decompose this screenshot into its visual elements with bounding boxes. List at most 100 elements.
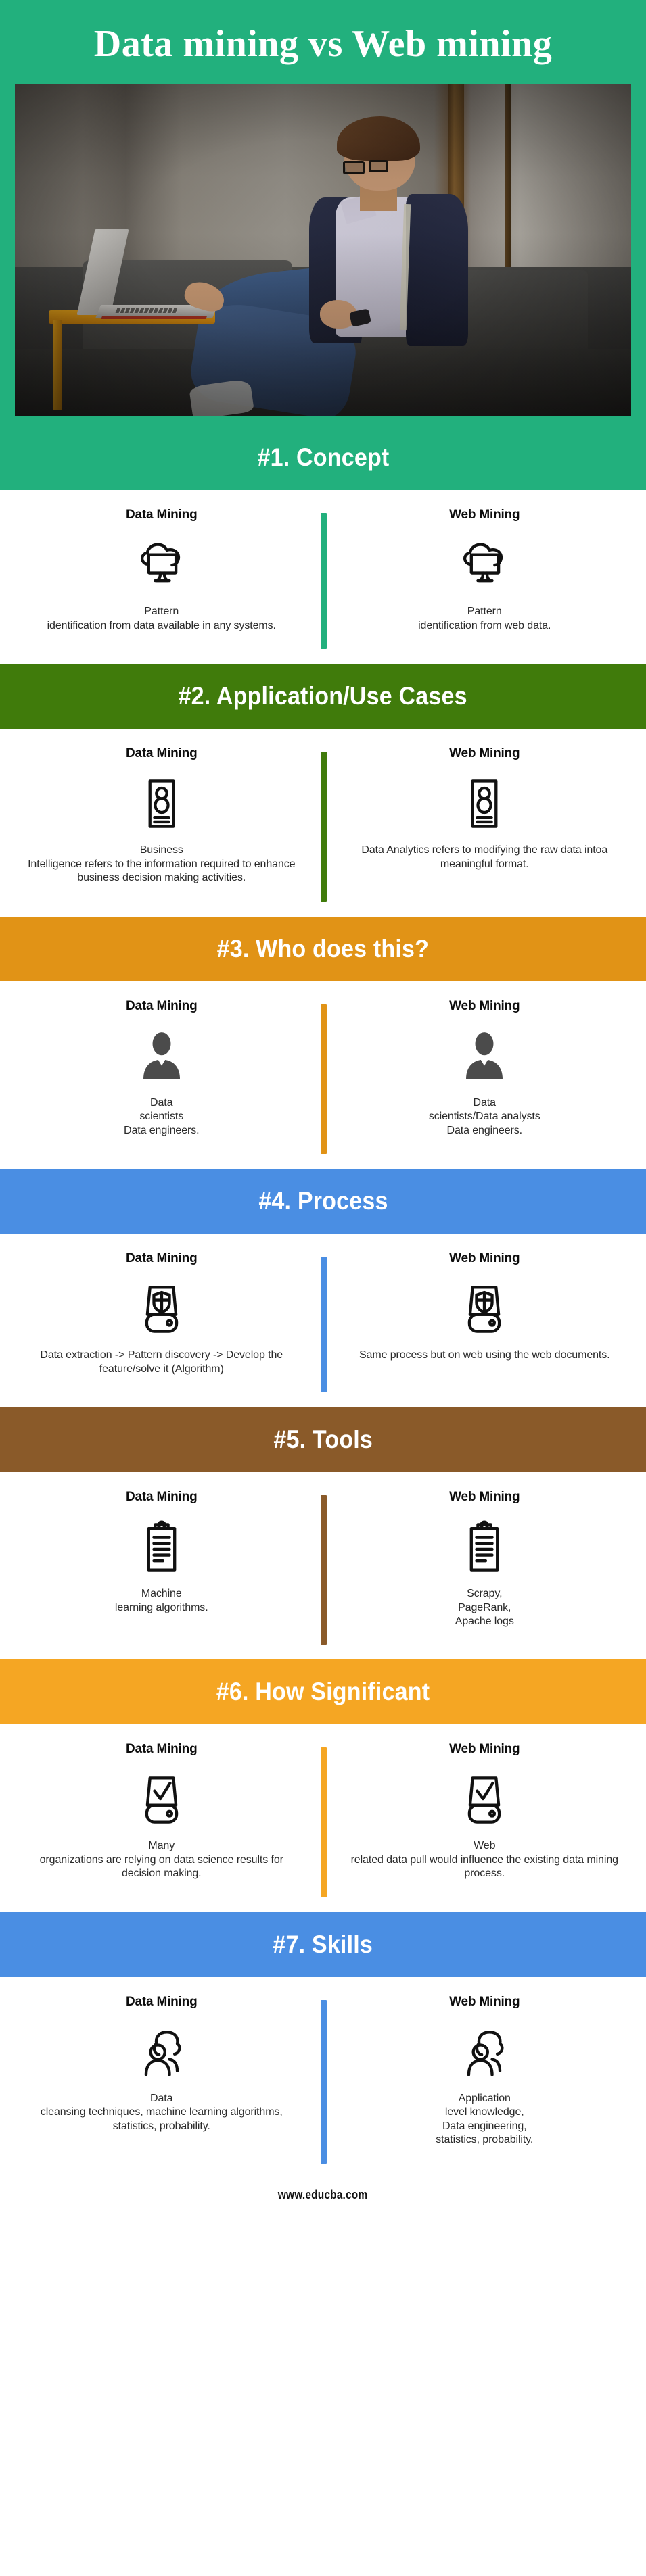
section-heading-text: #3. Who does this? — [216, 934, 430, 963]
column-title-left: Data Mining — [126, 1742, 198, 1757]
column-title-right: Web Mining — [449, 1251, 520, 1266]
column-divider-concept — [320, 513, 327, 650]
people-group-icon — [129, 2016, 194, 2089]
section-gap — [0, 905, 646, 917]
footer-url[interactable]: www.educba.com — [278, 2188, 368, 2202]
section-body-tools: Data Mining Machine learning algorithms.… — [0, 1472, 646, 1649]
column-left-how-significant: Data Mining Many organizations are relyi… — [0, 1742, 323, 1880]
cloud-monitor-icon — [452, 529, 517, 602]
column-description-right: Same process but on web using the web do… — [359, 1349, 610, 1361]
section-body-how-significant: Data Mining Many organizations are relyi… — [0, 1724, 646, 1901]
column-description-left: Data cleansing techniques, machine learn… — [40, 2092, 283, 2132]
check-drive-icon — [129, 1764, 194, 1837]
hero-photo — [15, 84, 631, 416]
section-how-significant: #6. How Significant Data Mining Many orga… — [0, 1659, 646, 1912]
column-left-tools: Data Mining Machine learning algorithms. — [0, 1490, 323, 1628]
column-right-who-does-this: Web Mining Data scientists/Data analysts… — [323, 999, 646, 1138]
section-heading-text: #7. Skills — [273, 1930, 373, 1958]
user-avatar-icon — [454, 1021, 515, 1094]
section-body-skills: Data Mining Data cleansing techniques, m… — [0, 1976, 646, 2168]
section-who-does-this: #3. Who does this? Data Mining Data scien… — [0, 916, 646, 1169]
hero-photo-wrap — [0, 84, 646, 426]
section-tools: #5. Tools Data Mining Machine learning al… — [0, 1407, 646, 1660]
section-body-application-use-cases: Data Mining Business Intelligence refers… — [0, 729, 646, 906]
column-title-left: Data Mining — [126, 1490, 198, 1505]
section-heading-text: #6. How Significant — [216, 1678, 430, 1706]
shield-drive-icon — [129, 1273, 194, 1346]
section-gap — [0, 1649, 646, 1660]
infographic-page: Data mining vs Web mining #1. Concept Da… — [0, 0, 646, 2225]
section-header-how-significant: #6. How Significant — [0, 1659, 646, 1725]
column-description-left: Machine learning algorithms. — [114, 1588, 208, 1613]
column-left-process: Data Mining Data extraction -> Pattern d… — [0, 1251, 323, 1376]
sections-root: #1. Concept Data Mining Pattern identific… — [0, 425, 646, 2168]
column-right-process: Web Mining Same process but on web using… — [323, 1251, 646, 1376]
clipboard-icon — [452, 1511, 517, 1584]
section-application-use-cases: #2. Application/Use Cases Data Mining Bus… — [0, 664, 646, 917]
column-title-left: Data Mining — [126, 1251, 198, 1266]
section-header-tools: #5. Tools — [0, 1407, 646, 1473]
section-gap — [0, 1901, 646, 1912]
column-title-right: Web Mining — [449, 508, 520, 523]
column-right-skills: Web Mining Application level knowledge, … — [323, 1995, 646, 2147]
column-description-left: Many organizations are relying on data s… — [39, 1840, 283, 1880]
column-left-concept: Data Mining Pattern identification from … — [0, 508, 323, 633]
cloud-monitor-icon — [129, 529, 194, 602]
column-description-left: Data extraction -> Pattern discovery -> … — [40, 1349, 283, 1375]
section-header-process: #4. Process — [0, 1169, 646, 1234]
section-header-application-use-cases: #2. Application/Use Cases — [0, 664, 646, 729]
column-description-right: Scrapy, PageRank, Apache logs — [455, 1588, 514, 1627]
person-document-icon — [452, 768, 517, 841]
column-left-application-use-cases: Data Mining Business Intelligence refers… — [0, 746, 323, 885]
section-gap — [0, 653, 646, 664]
column-description-right: Pattern identification from web data. — [418, 606, 551, 631]
hero-title-band: Data mining vs Web mining — [0, 0, 646, 85]
column-divider-tools — [320, 1495, 327, 1645]
column-description-right: Web related data pull would influence th… — [350, 1840, 618, 1880]
page-title: Data mining vs Web mining — [93, 23, 553, 65]
column-title-right: Web Mining — [449, 1994, 520, 2009]
column-title-left: Data Mining — [126, 1994, 198, 2009]
section-heading-text: #1. Concept — [257, 443, 389, 472]
column-divider-who-does-this — [320, 1004, 327, 1155]
check-drive-icon — [452, 1764, 517, 1837]
column-description-right: Data scientists/Data analysts Data engin… — [428, 1096, 540, 1136]
column-title-left: Data Mining — [126, 746, 198, 761]
section-body-process: Data Mining Data extraction -> Pattern d… — [0, 1234, 646, 1397]
column-description-left: Pattern identification from data availab… — [47, 606, 276, 631]
section-heading-text: #4. Process — [258, 1187, 388, 1215]
clipboard-icon — [129, 1511, 194, 1584]
footer: www.educba.com — [0, 2167, 646, 2225]
column-title-left: Data Mining — [126, 508, 198, 523]
person-document-icon — [129, 768, 194, 841]
section-heading-text: #5. Tools — [273, 1426, 373, 1454]
section-header-concept: #1. Concept — [0, 425, 646, 491]
column-right-concept: Web Mining Pattern identification from w… — [323, 508, 646, 633]
section-header-who-does-this: #3. Who does this? — [0, 916, 646, 981]
column-description-left: Business Intelligence refers to the info… — [28, 844, 296, 884]
column-divider-skills — [320, 1999, 327, 2164]
column-right-tools: Web Mining Scrapy, PageRank, Apache logs — [323, 1490, 646, 1628]
column-title-right: Web Mining — [449, 998, 520, 1013]
section-header-skills: #7. Skills — [0, 1912, 646, 1977]
shield-drive-icon — [452, 1273, 517, 1346]
column-right-how-significant: Web Mining Web related data pull would i… — [323, 1742, 646, 1880]
column-description-right: Data Analytics refers to modifying the r… — [361, 844, 608, 870]
section-body-who-does-this: Data Mining Data scientists Data enginee… — [0, 981, 646, 1159]
column-divider-application-use-cases — [320, 752, 327, 902]
column-description-right: Application level knowledge, Data engine… — [436, 2092, 534, 2146]
column-left-who-does-this: Data Mining Data scientists Data enginee… — [0, 999, 323, 1138]
section-process: #4. Process Data Mining Data extraction -… — [0, 1169, 646, 1408]
column-title-right: Web Mining — [449, 1490, 520, 1505]
section-gap — [0, 1158, 646, 1169]
column-title-left: Data Mining — [126, 998, 198, 1013]
photo-vignette — [15, 84, 631, 416]
section-heading-text: #2. Application/Use Cases — [178, 682, 468, 710]
user-avatar-icon — [131, 1021, 192, 1094]
column-right-application-use-cases: Web Mining Data Analytics refers to modi… — [323, 746, 646, 885]
section-skills: #7. Skills Data Mining Data cleansing tec… — [0, 1912, 646, 2168]
section-gap — [0, 1396, 646, 1408]
column-title-right: Web Mining — [449, 746, 520, 761]
section-body-concept: Data Mining Pattern identification from … — [0, 490, 646, 654]
column-left-skills: Data Mining Data cleansing techniques, m… — [0, 1995, 323, 2147]
